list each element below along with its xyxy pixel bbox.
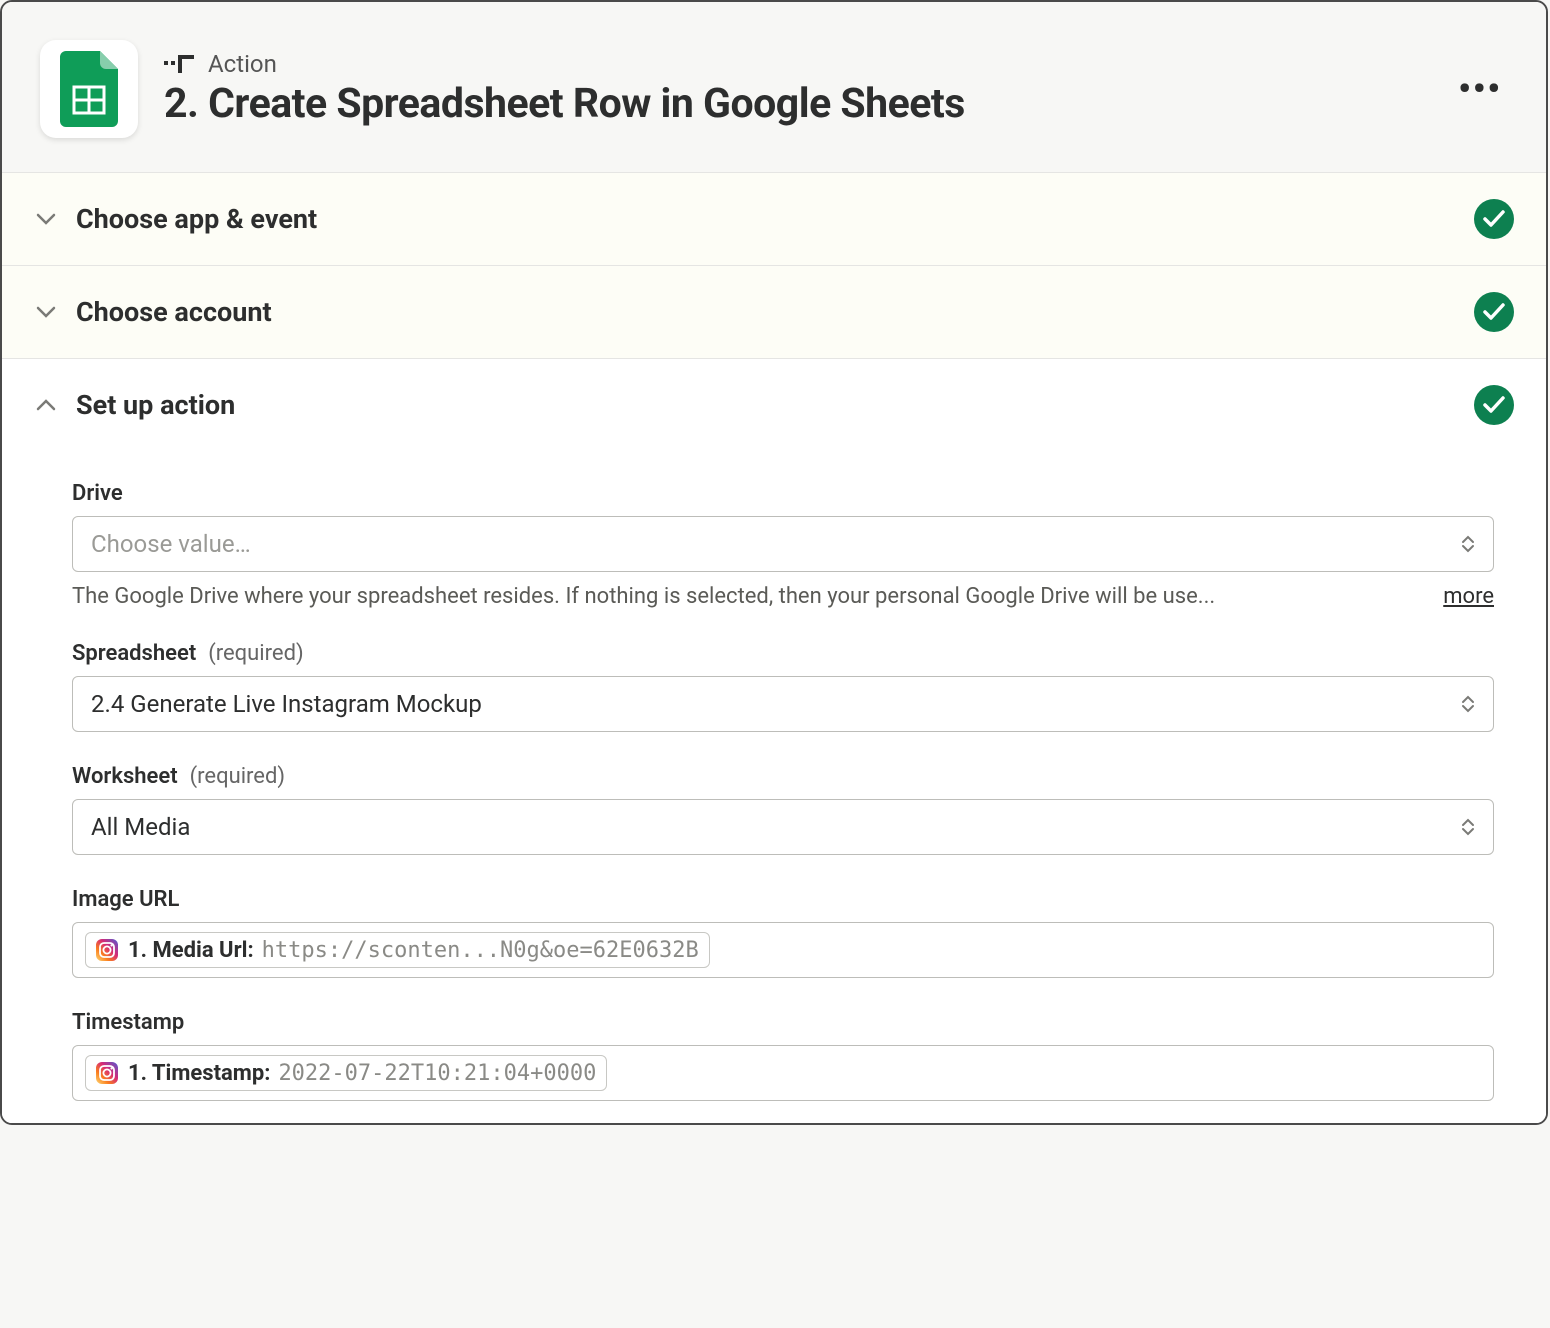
- select-toggle-icon: [1461, 535, 1475, 553]
- step-subtype: Action: [208, 50, 277, 78]
- timestamp-input[interactable]: 1. Timestamp: 2022-07-22T10:21:04+0000: [72, 1045, 1494, 1101]
- field-spreadsheet: Spreadsheet (required) 2.4 Generate Live…: [72, 641, 1494, 732]
- timestamp-pill-label: 1. Timestamp:: [128, 1061, 270, 1086]
- section-choose-app: Choose app & event: [2, 172, 1546, 265]
- drive-more-link[interactable]: more: [1443, 584, 1494, 609]
- spreadsheet-select[interactable]: 2.4 Generate Live Instagram Mockup: [72, 676, 1494, 732]
- select-toggle-icon: [1461, 818, 1475, 836]
- image-url-pill-value: https://sconten...N0g&oe=62E0632B: [262, 938, 699, 963]
- drive-select[interactable]: Choose value…: [72, 516, 1494, 572]
- google-sheets-app-icon: [40, 40, 138, 138]
- timestamp-pill[interactable]: 1. Timestamp: 2022-07-22T10:21:04+0000: [85, 1055, 607, 1091]
- action-path-icon: [164, 52, 194, 76]
- image-url-pill-label: 1. Media Url:: [128, 938, 254, 963]
- section-setup-title: Set up action: [76, 389, 1474, 421]
- section-setup-header[interactable]: Set up action: [2, 359, 1546, 451]
- check-icon: [1474, 385, 1514, 425]
- sheets-icon: [60, 51, 118, 127]
- instagram-icon: [94, 937, 120, 963]
- step-title: 2. Create Spreadsheet Row in Google Shee…: [164, 80, 1452, 128]
- section-choose-app-title: Choose app & event: [76, 203, 1474, 235]
- spreadsheet-value: 2.4 Generate Live Instagram Mockup: [91, 690, 1461, 718]
- step-header: Action 2. Create Spreadsheet Row in Goog…: [2, 2, 1546, 172]
- worksheet-select[interactable]: All Media: [72, 799, 1494, 855]
- spreadsheet-label: Spreadsheet: [72, 641, 196, 666]
- chevron-down-icon: [34, 213, 58, 225]
- section-choose-account: Choose account: [2, 265, 1546, 358]
- image-url-pill[interactable]: 1. Media Url: https://sconten...N0g&oe=6…: [85, 932, 710, 968]
- section-choose-account-header[interactable]: Choose account: [2, 266, 1546, 358]
- spreadsheet-required: (required): [208, 641, 303, 666]
- step-header-text: Action 2. Create Spreadsheet Row in Goog…: [164, 50, 1452, 128]
- check-icon: [1474, 292, 1514, 332]
- worksheet-value: All Media: [91, 813, 1461, 841]
- more-options-button[interactable]: •••: [1452, 69, 1508, 109]
- chevron-down-icon: [34, 306, 58, 318]
- chevron-up-icon: [34, 399, 58, 411]
- section-choose-account-title: Choose account: [76, 296, 1474, 328]
- drive-placeholder: Choose value…: [91, 530, 1461, 558]
- section-setup-action: Set up action Drive Choose value…: [2, 358, 1546, 1123]
- drive-helper-text: The Google Drive where your spreadsheet …: [72, 584, 1429, 609]
- setup-body: Drive Choose value… The Google Drive whe…: [2, 451, 1546, 1123]
- field-drive: Drive Choose value… The Google Drive whe…: [72, 481, 1494, 609]
- check-icon: [1474, 199, 1514, 239]
- field-image-url: Image URL: [72, 887, 1494, 978]
- field-timestamp: Timestamp: [72, 1010, 1494, 1101]
- worksheet-label: Worksheet: [72, 764, 178, 789]
- field-worksheet: Worksheet (required) All Media: [72, 764, 1494, 855]
- image-url-input[interactable]: 1. Media Url: https://sconten...N0g&oe=6…: [72, 922, 1494, 978]
- worksheet-required: (required): [190, 764, 285, 789]
- timestamp-pill-value: 2022-07-22T10:21:04+0000: [278, 1061, 596, 1086]
- select-toggle-icon: [1461, 695, 1475, 713]
- timestamp-label: Timestamp: [72, 1010, 184, 1035]
- drive-label: Drive: [72, 481, 123, 506]
- image-url-label: Image URL: [72, 887, 179, 912]
- section-choose-app-header[interactable]: Choose app & event: [2, 173, 1546, 265]
- action-step-panel: Action 2. Create Spreadsheet Row in Goog…: [0, 0, 1548, 1125]
- instagram-icon: [94, 1060, 120, 1086]
